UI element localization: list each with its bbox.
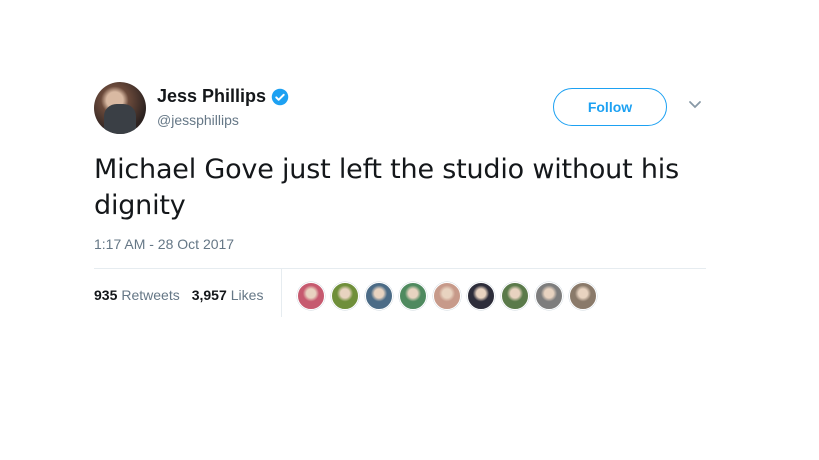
author-name[interactable]: Jess Phillips	[157, 86, 266, 107]
likes-stat[interactable]: 3,957 Likes	[192, 287, 264, 303]
retweets-label: Retweets	[121, 287, 180, 303]
liker-avatars	[297, 282, 597, 310]
liker-avatar[interactable]	[433, 282, 461, 310]
liker-avatar[interactable]	[501, 282, 529, 310]
liker-avatar[interactable]	[467, 282, 495, 310]
liker-avatar[interactable]	[535, 282, 563, 310]
stats-separator	[281, 269, 282, 317]
tweet-text: Michael Gove just left the studio withou…	[94, 154, 679, 221]
liker-avatar[interactable]	[365, 282, 393, 310]
retweets-count: 935	[94, 287, 118, 303]
likes-label: Likes	[230, 287, 264, 303]
verified-badge-icon	[271, 88, 289, 105]
likes-count: 3,957	[191, 287, 227, 303]
follow-button[interactable]: Follow	[553, 88, 667, 126]
chevron-down-icon[interactable]	[688, 100, 702, 110]
author-handle[interactable]: @jessphillips	[157, 112, 239, 128]
liker-avatar[interactable]	[399, 282, 427, 310]
tweet-timestamp[interactable]: 1:17 AM - 28 Oct 2017	[94, 236, 234, 252]
tweet-stats: 935 Retweets 3,957 Likes	[94, 287, 263, 303]
liker-avatar[interactable]	[569, 282, 597, 310]
author-row: Jess Phillips	[157, 86, 289, 107]
avatar[interactable]	[94, 82, 146, 134]
divider	[94, 268, 706, 269]
retweets-stat[interactable]: 935 Retweets	[94, 287, 180, 303]
liker-avatar[interactable]	[331, 282, 359, 310]
liker-avatar[interactable]	[297, 282, 325, 310]
